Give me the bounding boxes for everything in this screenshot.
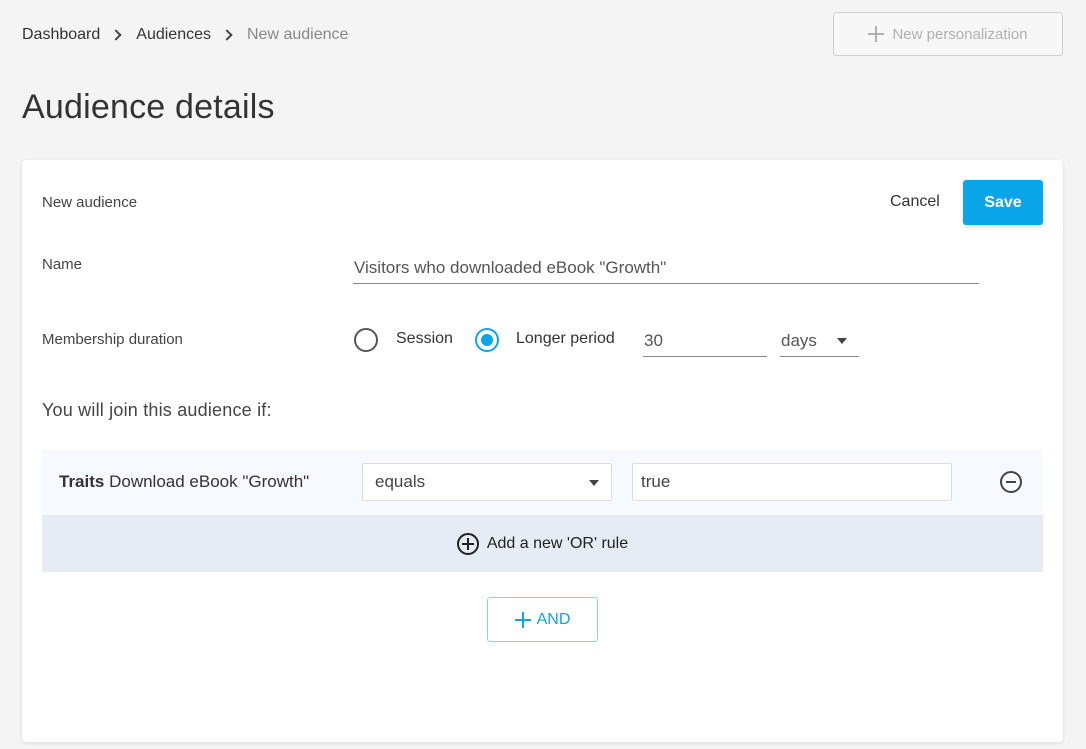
save-button[interactable]: Save	[963, 180, 1043, 225]
audience-form-card: New audience Cancel Save Name Membership…	[22, 160, 1063, 742]
membership-duration-label: Membership duration	[42, 331, 183, 348]
breadcrumb-audiences[interactable]: Audiences	[136, 26, 211, 44]
join-condition-text: You will join this audience if:	[42, 400, 272, 420]
circle-plus-icon	[456, 532, 479, 555]
name-label: Name	[42, 256, 83, 273]
add-or-rule-button[interactable]: Add a new 'OR' rule	[42, 515, 1043, 572]
add-and-label: AND	[536, 610, 571, 628]
add-or-rule-label: Add a new 'OR' rule	[486, 534, 629, 552]
new-personalization-button[interactable]: New personalization	[833, 12, 1063, 56]
rule-trait-name: Download eBook "Growth"	[109, 472, 310, 491]
rule-operator-value: equals	[375, 472, 426, 491]
rule-row: Traits Download eBook "Growth" equals	[42, 449, 1043, 515]
add-and-button[interactable]: AND	[487, 597, 598, 642]
longer-period-radio[interactable]	[475, 328, 499, 352]
breadcrumb: Dashboard Audiences New audience	[22, 26, 348, 44]
rule-operator-select[interactable]: equals	[362, 463, 612, 501]
rule-type: Traits	[59, 472, 105, 491]
cancel-button[interactable]: Cancel	[890, 193, 940, 211]
session-radio[interactable]	[354, 328, 378, 352]
page-title: Audience details	[22, 88, 275, 126]
longer-period-radio-label: Longer period	[516, 330, 615, 347]
duration-input[interactable]	[643, 325, 767, 357]
rule-label: Traits Download eBook "Growth"	[59, 472, 309, 492]
session-radio-label: Session	[396, 330, 453, 347]
name-input[interactable]	[353, 252, 979, 284]
duration-unit-select[interactable]: days	[780, 325, 859, 357]
breadcrumb-dashboard[interactable]: Dashboard	[22, 26, 100, 44]
plus-icon	[514, 611, 531, 628]
duration-unit-value: days	[781, 330, 817, 350]
breadcrumb-current: New audience	[247, 26, 349, 43]
caret-down-icon	[837, 338, 847, 344]
new-personalization-label: New personalization	[892, 25, 1028, 43]
rule-value-input[interactable]	[632, 463, 952, 501]
remove-rule-icon[interactable]	[1000, 471, 1022, 493]
rule-group: Traits Download eBook "Growth" equals Ad…	[42, 449, 1043, 572]
plus-icon	[868, 26, 885, 42]
form-header-label: New audience	[42, 194, 138, 211]
caret-down-icon	[589, 480, 599, 486]
chevron-right-icon	[110, 29, 122, 41]
chevron-right-icon	[221, 29, 233, 41]
